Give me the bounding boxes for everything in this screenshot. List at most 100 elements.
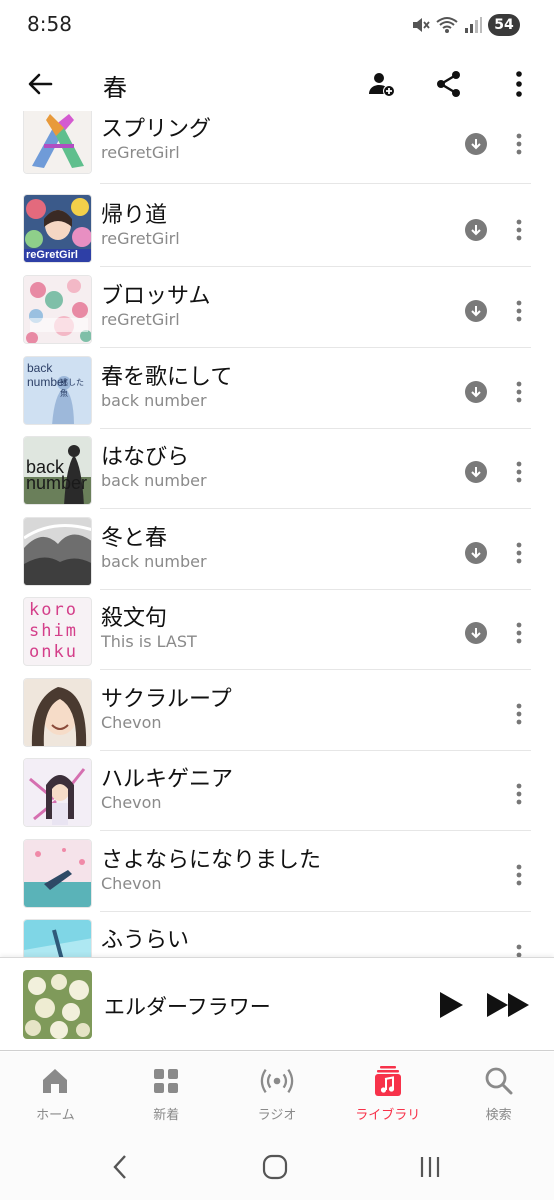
album-art: back number 逃した魚 bbox=[23, 356, 92, 425]
album-art bbox=[23, 758, 92, 827]
album-art-text: koro bbox=[29, 600, 78, 620]
song-row[interactable]: ふうらい bbox=[0, 911, 554, 957]
playlist-header: 春 bbox=[0, 56, 554, 112]
divider bbox=[100, 183, 531, 184]
system-back-button[interactable] bbox=[100, 1152, 140, 1182]
nav-label: 新着 bbox=[153, 1108, 180, 1123]
song-artist: Chevon bbox=[101, 713, 162, 732]
home-icon bbox=[38, 1064, 72, 1098]
song-list: スプリング reGretGirl reGretGirl 帰り道 reGretGi… bbox=[0, 111, 554, 957]
song-row[interactable]: 冬と春 back number bbox=[0, 509, 554, 590]
song-title: はなびら bbox=[101, 445, 190, 470]
song-title: 帰り道 bbox=[101, 203, 168, 228]
nav-item-search[interactable]: 検索 bbox=[443, 1052, 554, 1132]
song-row[interactable]: reGretGirl 帰り道 reGretGirl bbox=[0, 186, 554, 267]
song-more-button[interactable] bbox=[507, 621, 531, 645]
downloaded-icon bbox=[465, 219, 487, 241]
mini-player[interactable]: エルダーフラワー bbox=[0, 957, 554, 1051]
downloaded-icon bbox=[465, 542, 487, 564]
back-button[interactable] bbox=[20, 64, 60, 104]
song-more-button[interactable] bbox=[507, 460, 531, 484]
song-more-button[interactable] bbox=[507, 863, 531, 887]
more-vertical-icon bbox=[516, 71, 522, 97]
signal-icon bbox=[464, 16, 482, 34]
album-art bbox=[23, 517, 92, 586]
wifi-icon bbox=[436, 15, 458, 35]
status-bar: 8:58 54 bbox=[0, 0, 554, 50]
more-vertical-icon bbox=[516, 864, 522, 886]
song-more-button[interactable] bbox=[507, 943, 531, 957]
system-nav-bar bbox=[0, 1132, 554, 1200]
nav-label: ラジオ bbox=[257, 1108, 297, 1123]
more-vertical-icon bbox=[516, 944, 522, 957]
now-playing-title: エルダーフラワー bbox=[104, 995, 271, 1019]
downloaded-icon bbox=[465, 622, 487, 644]
status-icons: 54 bbox=[410, 13, 520, 37]
now-playing-art bbox=[23, 970, 92, 1039]
next-track-button[interactable] bbox=[484, 988, 532, 1022]
home-circle-icon bbox=[262, 1154, 288, 1180]
nav-label: ホーム bbox=[36, 1108, 75, 1123]
song-artist: back number bbox=[101, 471, 207, 490]
nav-item-home[interactable]: ホーム bbox=[0, 1052, 111, 1132]
song-row[interactable]: back number 逃した魚 春を歌にして back number bbox=[0, 348, 554, 429]
add-collaborator-button[interactable] bbox=[362, 64, 402, 104]
more-options-button[interactable] bbox=[499, 64, 539, 104]
album-art: koro shim onku bbox=[23, 597, 92, 666]
system-home-button[interactable] bbox=[255, 1152, 295, 1182]
album-art bbox=[23, 839, 92, 908]
radio-icon bbox=[260, 1064, 294, 1098]
album-art-text: shim bbox=[29, 621, 78, 641]
song-title: サクラループ bbox=[101, 687, 232, 712]
song-title: 春を歌にして bbox=[101, 365, 233, 390]
song-row[interactable]: back number はなびら back number bbox=[0, 428, 554, 509]
nav-item-radio[interactable]: ラジオ bbox=[222, 1052, 333, 1132]
mute-icon bbox=[410, 15, 430, 35]
play-button[interactable] bbox=[434, 988, 468, 1022]
song-artist: back number bbox=[101, 552, 207, 571]
status-time: 8:58 bbox=[27, 12, 72, 36]
search-icon bbox=[482, 1064, 516, 1098]
more-vertical-icon bbox=[516, 300, 522, 322]
downloaded-icon bbox=[465, 133, 487, 155]
back-arrow-icon bbox=[28, 73, 53, 95]
nav-item-new[interactable]: 新着 bbox=[111, 1052, 222, 1132]
song-more-button[interactable] bbox=[507, 132, 531, 156]
nav-label: ライブラリ bbox=[355, 1108, 421, 1123]
song-title: ブロッサム bbox=[101, 284, 211, 309]
album-art-text: number bbox=[26, 473, 88, 493]
song-more-button[interactable] bbox=[507, 702, 531, 726]
song-artist: Chevon bbox=[101, 793, 162, 812]
share-button[interactable] bbox=[429, 64, 469, 104]
song-row[interactable]: サクラループ Chevon bbox=[0, 670, 554, 751]
album-art bbox=[23, 111, 92, 174]
nav-item-library[interactable]: ライブラリ bbox=[332, 1052, 443, 1132]
song-row[interactable]: koro shim onku 殺文句 This is LAST bbox=[0, 589, 554, 670]
nav-label: 検索 bbox=[485, 1108, 512, 1123]
song-more-button[interactable] bbox=[507, 380, 531, 404]
song-row[interactable]: さよならになりました Chevon bbox=[0, 831, 554, 912]
song-more-button[interactable] bbox=[507, 782, 531, 806]
song-title: ハルキゲニア bbox=[101, 767, 234, 792]
song-artist: reGretGirl bbox=[101, 310, 180, 329]
song-more-button[interactable] bbox=[507, 218, 531, 242]
album-art: reGretGirl bbox=[23, 194, 92, 263]
album-art bbox=[23, 919, 92, 957]
system-recents-button[interactable] bbox=[410, 1152, 450, 1182]
song-more-button[interactable] bbox=[507, 299, 531, 323]
play-icon bbox=[440, 992, 463, 1018]
downloaded-icon bbox=[465, 381, 487, 403]
more-vertical-icon bbox=[516, 133, 522, 155]
grid-icon bbox=[149, 1064, 183, 1098]
downloaded-icon bbox=[465, 300, 487, 322]
song-artist: reGretGirl bbox=[101, 229, 180, 248]
album-art-subtext: 逃した魚 bbox=[60, 378, 84, 398]
song-row[interactable]: ハルキゲニア Chevon bbox=[0, 750, 554, 831]
song-more-button[interactable] bbox=[507, 541, 531, 565]
song-title: 殺文句 bbox=[101, 606, 168, 631]
song-row[interactable]: ブロッサム reGretGirl bbox=[0, 267, 554, 348]
song-title: さよならになりました bbox=[101, 848, 322, 873]
song-row[interactable]: スプリング reGretGirl bbox=[0, 111, 554, 186]
album-art-text: onku bbox=[29, 642, 78, 662]
recents-icon bbox=[420, 1157, 440, 1177]
